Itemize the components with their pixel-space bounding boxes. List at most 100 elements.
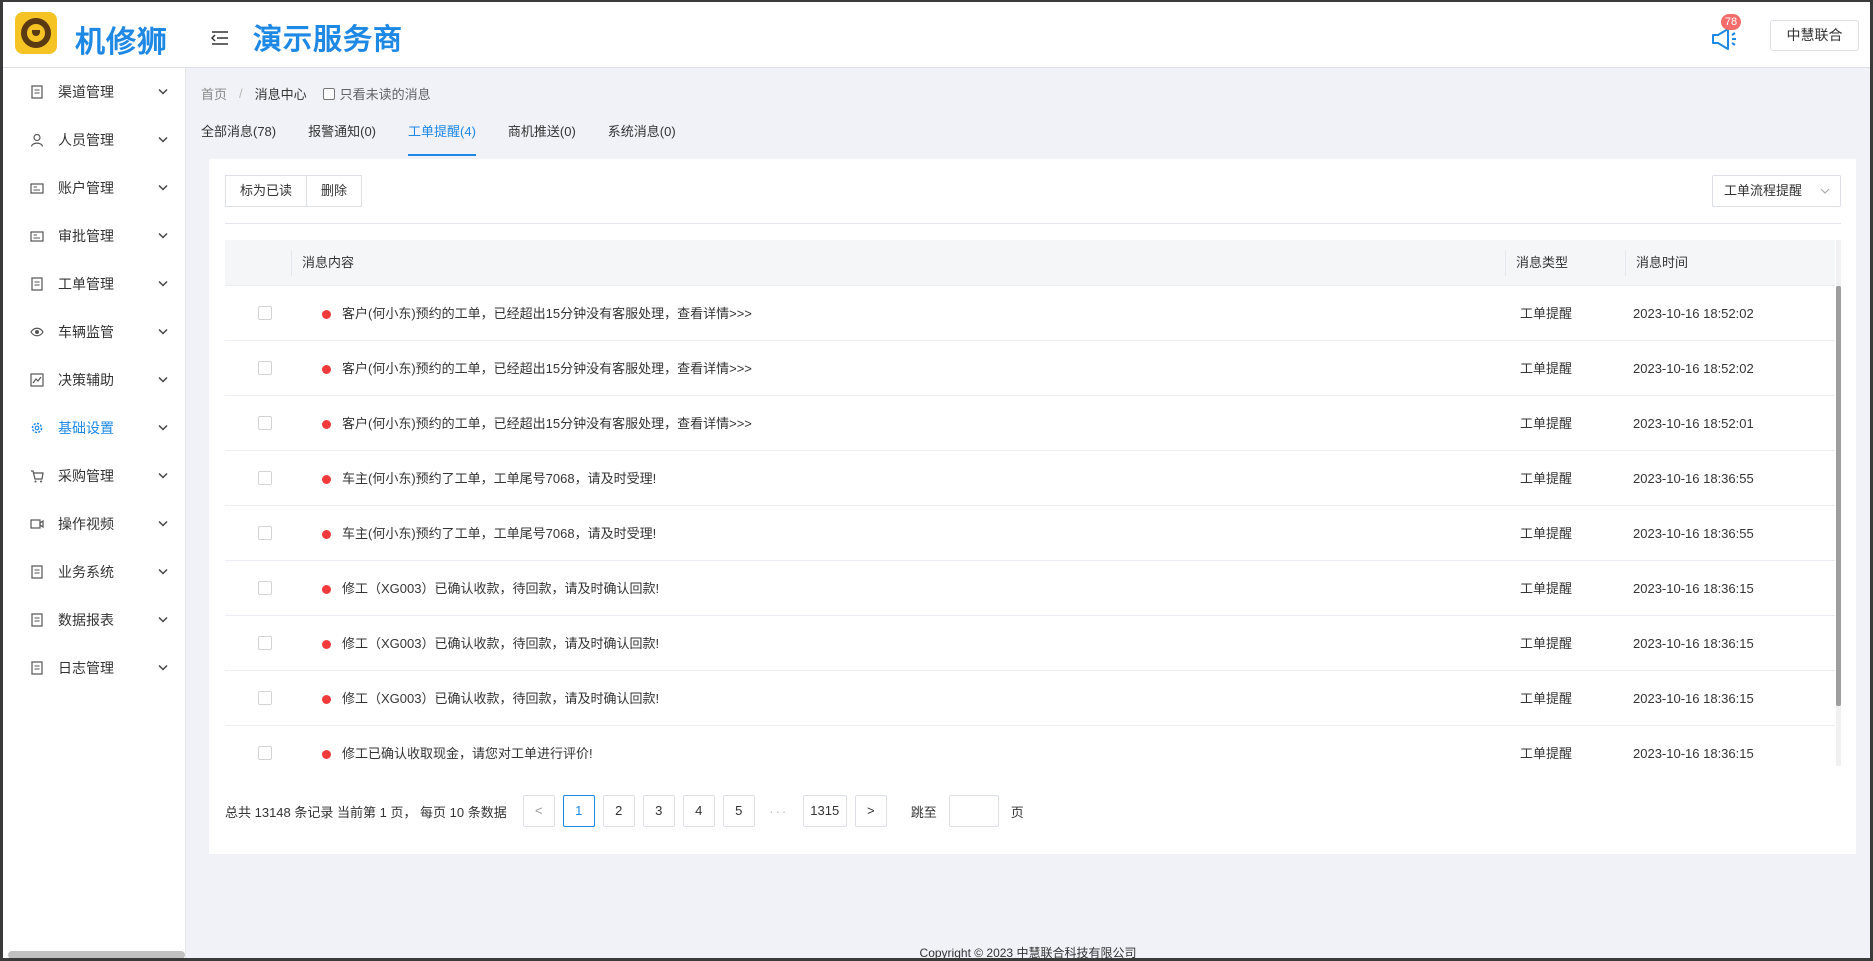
chevron-down-icon[interactable] — [158, 568, 168, 576]
table-row[interactable]: 车主(何小东)预约了工单，工单尾号7068，请及时受理! 工单提醒 2023-10-… — [225, 451, 1835, 506]
mark-read-button[interactable]: 标为已读 — [225, 175, 308, 207]
document-icon — [31, 565, 43, 579]
page-button[interactable]: 1 — [562, 795, 595, 827]
jump-page-input[interactable] — [948, 795, 999, 827]
message-content[interactable]: 客户(何小东)预约的工单，已经超出15分钟没有客服处理，查看详情>>> — [342, 341, 752, 396]
delete-button[interactable]: 删除 — [306, 175, 363, 207]
sidebar-item-label: 采购管理 — [58, 468, 114, 484]
tab[interactable]: 全部消息(78) — [201, 120, 276, 156]
table-scrollbar[interactable] — [1836, 240, 1841, 766]
page-button[interactable]: 3 — [642, 795, 675, 827]
message-time: 2023-10-16 18:52:02 — [1633, 306, 1754, 321]
message-content[interactable]: 修工（XG003）已确认收款，待回款，请及时确认回款! — [342, 561, 659, 616]
table-row[interactable]: 客户(何小东)预约的工单，已经超出15分钟没有客服处理，查看详情>>> 工单提醒 2… — [225, 341, 1835, 396]
message-content[interactable]: 客户(何小东)预约的工单，已经超出15分钟没有客服处理，查看详情>>> — [342, 396, 752, 451]
message-content[interactable]: 修工（XG003）已确认收款，待回款，请及时确认回款! — [342, 671, 659, 726]
unread-only-checkbox[interactable]: 只看未读的消息 — [322, 84, 431, 103]
page-button[interactable]: 4 — [682, 795, 715, 827]
sidebar-item[interactable]: 基础设置 — [3, 404, 186, 452]
sidebar-item[interactable]: 数据报表 — [3, 596, 186, 644]
message-tabs: 全部消息(78) 报警通知(0) 工单提醒(4) 商机推送(0) 系统消息(0) — [201, 120, 708, 156]
row-checkbox[interactable] — [258, 526, 272, 540]
lion-logo-icon[interactable] — [15, 12, 57, 54]
column-header-type: 消息类型 — [1505, 240, 1625, 286]
org-button[interactable]: 中慧联合 — [1770, 20, 1859, 51]
sidebar-item-label: 业务系统 — [58, 564, 114, 580]
message-type: 工单提醒 — [1520, 471, 1573, 486]
sidebar-item[interactable]: 人员管理 — [3, 116, 186, 164]
chevron-down-icon[interactable] — [158, 280, 168, 288]
chevron-down-icon[interactable] — [158, 664, 168, 672]
document-icon — [31, 661, 43, 675]
message-content[interactable]: 修工已确认收取现金，请您对工单进行评价! — [342, 726, 593, 766]
sidebar-item[interactable]: 工单管理 — [3, 260, 186, 308]
page-button[interactable]: 2 — [602, 795, 635, 827]
next-page-button[interactable]: > — [854, 795, 887, 827]
row-checkbox[interactable] — [258, 306, 272, 320]
row-checkbox[interactable] — [258, 636, 272, 650]
last-page-button[interactable]: 1315 — [802, 795, 847, 827]
sidebar-item[interactable]: 车辆监管 — [3, 308, 186, 356]
chevron-down-icon[interactable] — [158, 184, 168, 192]
tab[interactable]: 工单提醒(4) — [408, 120, 476, 156]
action-buttons: 标为已读 删除 — [225, 175, 363, 207]
sidebar-item-label: 工单管理 — [58, 276, 114, 292]
tab[interactable]: 系统消息(0) — [608, 120, 676, 156]
sidebar-item[interactable]: 账户管理 — [3, 164, 186, 212]
row-checkbox[interactable] — [258, 416, 272, 430]
table-row[interactable]: 修工（XG003）已确认收款，待回款，请及时确认回款! 工单提醒 2023-10-1… — [225, 561, 1835, 616]
sidebar-item[interactable]: 业务系统 — [3, 548, 186, 596]
row-checkbox[interactable] — [258, 691, 272, 705]
chevron-down-icon[interactable] — [158, 520, 168, 528]
sidebar-item-label: 审批管理 — [58, 228, 114, 244]
table-row[interactable]: 修工已确认收取现金，请您对工单进行评价! 工单提醒 2023-10-16 18:36… — [225, 726, 1835, 766]
row-checkbox[interactable] — [258, 746, 272, 760]
message-content[interactable]: 客户(何小东)预约的工单，已经超出15分钟没有客服处理，查看详情>>> — [342, 286, 752, 341]
app-name: 机修狮 — [75, 26, 168, 59]
table-row[interactable]: 修工（XG003）已确认收款，待回款，请及时确认回款! 工单提醒 2023-10-1… — [225, 616, 1835, 671]
more-pages-icon[interactable]: ··· — [763, 804, 795, 819]
checkbox-icon[interactable] — [322, 87, 335, 100]
message-time: 2023-10-16 18:36:55 — [1633, 471, 1754, 486]
page-button[interactable]: 5 — [722, 795, 755, 827]
row-checkbox[interactable] — [258, 471, 272, 485]
message-time: 2023-10-16 18:52:01 — [1633, 416, 1754, 431]
message-content[interactable]: 修工（XG003）已确认收款，待回款，请及时确认回款! — [342, 616, 659, 671]
chevron-down-icon[interactable] — [158, 376, 168, 384]
chevron-down-icon[interactable] — [158, 232, 168, 240]
breadcrumb-home[interactable]: 首页 — [201, 84, 227, 103]
chevron-down-icon[interactable] — [158, 136, 168, 144]
chevron-down-icon[interactable] — [158, 472, 168, 480]
row-checkbox[interactable] — [258, 361, 272, 375]
message-time: 2023-10-16 18:36:15 — [1633, 636, 1754, 651]
row-checkbox[interactable] — [258, 581, 272, 595]
tab[interactable]: 报警通知(0) — [308, 120, 376, 156]
sidebar-item[interactable]: 操作视频 — [3, 500, 186, 548]
sidebar-item[interactable]: 决策辅助 — [3, 356, 186, 404]
menu-collapse-icon[interactable] — [211, 30, 229, 46]
document-icon — [31, 277, 43, 291]
tab[interactable]: 商机推送(0) — [508, 120, 576, 156]
message-content[interactable]: 车主(何小东)预约了工单，工单尾号7068，请及时受理! — [342, 451, 656, 506]
table-row[interactable]: 客户(何小东)预约的工单，已经超出15分钟没有客服处理，查看详情>>> 工单提醒 2… — [225, 396, 1835, 451]
prev-page-button[interactable]: < — [522, 795, 555, 827]
type-filter-select[interactable]: 工单流程提醒 — [1712, 175, 1841, 207]
sidebar-item[interactable]: 审批管理 — [3, 212, 186, 260]
table-row[interactable]: 客户(何小东)预约的工单，已经超出15分钟没有客服处理，查看详情>>> 工单提醒 2… — [225, 286, 1835, 341]
chevron-down-icon[interactable] — [158, 88, 168, 96]
table-row[interactable]: 修工（XG003）已确认收款，待回款，请及时确认回款! 工单提醒 2023-10-1… — [225, 671, 1835, 726]
sidebar-item[interactable]: 采购管理 — [3, 452, 186, 500]
sidebar-item[interactable]: 渠道管理 — [3, 68, 186, 116]
sidebar-item-label: 基础设置 — [58, 420, 114, 436]
message-content[interactable]: 车主(何小东)预约了工单，工单尾号7068，请及时受理! — [342, 506, 656, 561]
table-row[interactable]: 车主(何小东)预约了工单，工单尾号7068，请及时受理! 工单提醒 2023-10-… — [225, 506, 1835, 561]
chart-icon — [30, 373, 44, 387]
message-type: 工单提醒 — [1520, 746, 1573, 761]
message-time: 2023-10-16 18:36:55 — [1633, 526, 1754, 541]
chevron-down-icon[interactable] — [158, 424, 168, 432]
table-scrollbar-thumb[interactable] — [1836, 286, 1841, 706]
sidebar-item[interactable]: 日志管理 — [3, 644, 186, 692]
chevron-down-icon[interactable] — [158, 328, 168, 336]
chevron-down-icon[interactable] — [158, 616, 168, 624]
sidebar: 渠道管理 人员管理 账户管理审批管理工单管理车辆监管 决策辅助基础设置采购管理操作视频… — [3, 68, 186, 958]
